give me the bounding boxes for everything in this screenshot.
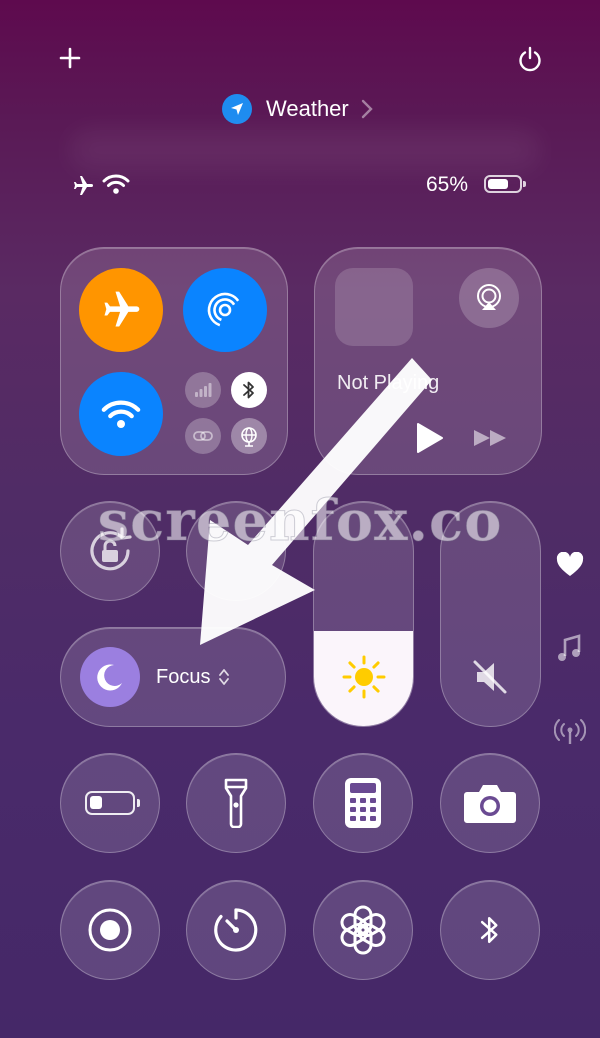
timer-icon bbox=[214, 908, 258, 952]
location-arrow-icon bbox=[222, 94, 252, 124]
bluetooth-icon bbox=[480, 916, 498, 944]
focus-icon-circle bbox=[80, 647, 140, 707]
music-note-icon[interactable] bbox=[556, 634, 582, 664]
speaker-muted-icon bbox=[473, 660, 507, 694]
power-button[interactable] bbox=[512, 42, 548, 76]
location-widget[interactable]: Weather bbox=[222, 92, 392, 126]
moon-icon bbox=[97, 664, 122, 691]
location-label: Weather bbox=[266, 96, 349, 121]
airplay-icon bbox=[477, 284, 501, 310]
airdrop-icon bbox=[207, 292, 243, 328]
status-bar: 65% bbox=[70, 172, 540, 198]
add-control-button[interactable] bbox=[54, 42, 86, 74]
power-icon bbox=[519, 46, 541, 72]
forward-button[interactable] bbox=[469, 422, 511, 454]
calculator-icon bbox=[345, 778, 381, 828]
calculator-button[interactable] bbox=[313, 753, 413, 853]
battery-percent: 65% bbox=[426, 173, 469, 196]
album-art bbox=[335, 268, 413, 346]
flashlight-icon bbox=[224, 778, 248, 828]
airplane-icon bbox=[74, 176, 93, 195]
bluetooth-control-button[interactable] bbox=[440, 880, 540, 980]
focus-label: Focus bbox=[156, 665, 211, 688]
chevron-right-icon bbox=[361, 99, 373, 119]
timer-button[interactable] bbox=[186, 880, 286, 980]
low-power-battery-icon bbox=[85, 791, 140, 815]
airplay-button[interactable] bbox=[459, 268, 519, 328]
camera-icon bbox=[464, 785, 516, 823]
wifi-icon bbox=[102, 174, 130, 194]
heart-icon[interactable] bbox=[556, 552, 584, 578]
blurred-background bbox=[70, 130, 540, 170]
antenna-icon[interactable] bbox=[554, 718, 586, 746]
chevron-updown-icon bbox=[219, 669, 230, 685]
chatgpt-button[interactable] bbox=[313, 880, 413, 980]
chatgpt-icon bbox=[340, 905, 386, 955]
screen-recording-button[interactable] bbox=[60, 880, 160, 980]
fast-forward-icon bbox=[474, 430, 506, 446]
wifi-icon bbox=[101, 400, 141, 428]
plus-icon bbox=[59, 47, 81, 69]
flashlight-button[interactable] bbox=[186, 753, 286, 853]
camera-button[interactable] bbox=[440, 753, 540, 853]
watermark-text: screenfox.co bbox=[97, 488, 503, 555]
low-power-mode-button[interactable] bbox=[60, 753, 160, 853]
battery-icon bbox=[484, 175, 526, 193]
sun-icon bbox=[342, 655, 386, 699]
screen-record-icon bbox=[88, 908, 132, 952]
airplane-icon bbox=[104, 291, 140, 327]
